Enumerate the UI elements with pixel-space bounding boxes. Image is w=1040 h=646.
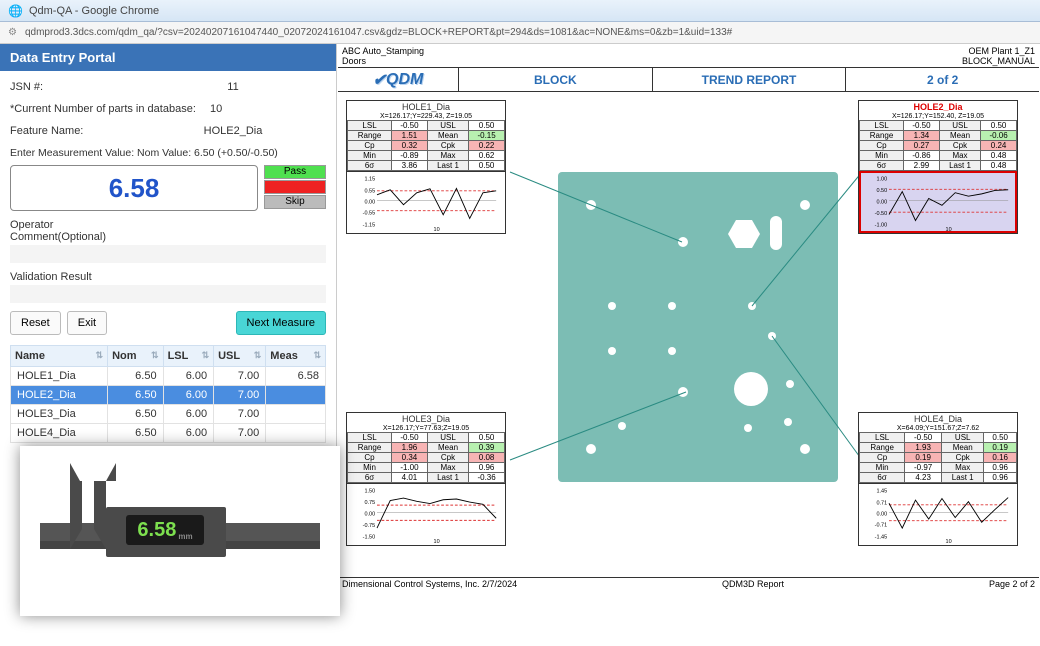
svg-text:0.55: 0.55: [364, 189, 375, 195]
feature-card-hole3[interactable]: HOLE3_DiaX=126.17;Y=77.63;Z=19.05LSL-0.5…: [346, 412, 506, 546]
operator-comment-input[interactable]: [10, 245, 326, 263]
svg-text:1.45: 1.45: [876, 489, 887, 495]
feature-card-hole4[interactable]: HOLE4_DiaX=64.09;Y=151.67;Z=7.62LSL-0.50…: [858, 412, 1018, 546]
footer-left: Dimensional Control Systems, Inc. 2/7/20…: [342, 579, 517, 589]
svg-text:-0.75: -0.75: [363, 523, 376, 529]
jsn-value[interactable]: 11: [140, 81, 326, 93]
jsn-label: JSN #:: [10, 81, 140, 93]
fail-button[interactable]: Fail: [264, 180, 326, 194]
svg-text:0.00: 0.00: [876, 200, 887, 206]
exit-button[interactable]: Exit: [67, 311, 107, 335]
tab-page: 2 of 2: [845, 68, 1039, 92]
svg-text:0.00: 0.00: [876, 512, 887, 518]
caliper-overlay: 6.58mm: [20, 446, 340, 616]
table-row[interactable]: HOLE4_Dia6.506.007.00: [11, 424, 326, 443]
svg-text:1.00: 1.00: [876, 177, 887, 183]
tab-title: Qdm-QA - Google Chrome: [29, 5, 159, 17]
col-usl[interactable]: USL⇅: [214, 346, 266, 367]
operator-comment-label2: Comment(Optional): [10, 231, 106, 243]
svg-text:10: 10: [946, 227, 952, 231]
feature-card-hole2[interactable]: HOLE2_DiaX=126.17;Y=152.40, Z=19.05LSL-0…: [858, 100, 1018, 234]
measurement-input[interactable]: 6.58: [10, 165, 258, 211]
svg-text:1.15: 1.15: [364, 177, 375, 183]
part-diagram: [558, 172, 838, 482]
browser-tab-bar: 🌐 Qdm-QA - Google Chrome: [0, 0, 1040, 22]
table-row[interactable]: HOLE2_Dia6.506.007.00: [11, 386, 326, 405]
svg-text:1.50: 1.50: [364, 489, 375, 495]
svg-text:-0.50: -0.50: [875, 211, 888, 217]
feature-name-label: Feature Name:: [10, 125, 140, 137]
db-count-value: 10: [210, 103, 222, 115]
svg-text:0.75: 0.75: [364, 500, 375, 506]
caliper-lcd: 6.58mm: [126, 515, 204, 545]
trend-chart: -1.50 -0.75 0.00 0.75 1.50 10: [347, 483, 505, 545]
site-settings-icon[interactable]: ⚙: [8, 27, 17, 38]
col-lsl[interactable]: LSL⇅: [163, 346, 214, 367]
url-text: qdmprod3.3dcs.com/qdm_qa/?csv=2024020716…: [25, 27, 732, 38]
validation-result-value: [10, 285, 326, 303]
svg-text:-0.71: -0.71: [875, 523, 888, 529]
browser-url-bar[interactable]: ⚙ qdmprod3.3dcs.com/qdm_qa/?csv=20240207…: [0, 22, 1040, 44]
project-name: ABC Auto_Stamping: [342, 46, 954, 56]
reset-button[interactable]: Reset: [10, 311, 61, 335]
globe-icon: 🌐: [8, 4, 23, 18]
svg-text:-1.15: -1.15: [363, 222, 376, 228]
tab-block[interactable]: BLOCK: [458, 68, 652, 92]
next-measure-button[interactable]: Next Measure: [236, 311, 326, 335]
feature-card-hole1[interactable]: HOLE1_DiaX=126.17;Y=229.43, Z=19.05LSL-0…: [346, 100, 506, 234]
col-meas[interactable]: Meas⇅: [266, 346, 326, 367]
svg-text:0.71: 0.71: [876, 500, 887, 506]
footer-center: QDM3D Report: [517, 579, 989, 589]
qdm-logo: ✔ QDM: [338, 70, 458, 90]
validation-result-label: Validation Result: [10, 271, 326, 283]
feature-table[interactable]: Name⇅ Nom⇅ LSL⇅ USL⇅ Meas⇅ HOLE1_Dia6.50…: [10, 345, 326, 443]
feature-name-value[interactable]: HOLE2_Dia: [140, 125, 326, 137]
svg-text:0.00: 0.00: [364, 512, 375, 518]
skip-button[interactable]: Skip: [264, 195, 326, 209]
report-panel: ABC Auto_Stamping Doors OEM Plant 1_Z1 B…: [336, 44, 1040, 602]
report-mode: BLOCK_MANUAL: [962, 56, 1035, 66]
svg-text:0.50: 0.50: [876, 188, 887, 194]
portal-header: Data Entry Portal: [0, 44, 336, 71]
plant-name: OEM Plant 1_Z1: [962, 46, 1035, 56]
caliper-icon: 6.58mm: [40, 471, 320, 591]
svg-text:-1.45: -1.45: [875, 534, 888, 540]
pass-button[interactable]: Pass: [264, 165, 326, 179]
col-name[interactable]: Name⇅: [11, 346, 108, 367]
trend-chart: -1.45 -0.71 0.00 0.71 1.45 10: [859, 483, 1017, 545]
trend-chart: -1.15 -0.55 0.00 0.55 1.15 10: [347, 171, 505, 233]
trend-chart: -1.00 -0.50 0.00 0.50 1.00 10: [859, 171, 1017, 233]
footer-right: Page 2 of 2: [989, 579, 1035, 589]
svg-text:10: 10: [946, 539, 952, 543]
operator-comment-label: Operator: [10, 219, 53, 231]
project-sub: Doors: [342, 56, 954, 66]
svg-text:-0.55: -0.55: [363, 210, 376, 216]
enter-measurement-hint: Enter Measurement Value: Nom Value: 6.50…: [10, 147, 326, 159]
table-row[interactable]: HOLE3_Dia6.506.007.00: [11, 405, 326, 424]
col-nom[interactable]: Nom⇅: [108, 346, 164, 367]
db-count-label: *Current Number of parts in database:: [10, 103, 210, 115]
svg-text:-1.00: -1.00: [875, 222, 888, 228]
svg-text:10: 10: [434, 539, 440, 543]
svg-text:0.00: 0.00: [364, 200, 375, 206]
svg-text:-1.50: -1.50: [363, 534, 376, 540]
tab-trend[interactable]: TREND REPORT: [652, 68, 846, 92]
svg-text:10: 10: [434, 227, 440, 231]
table-row[interactable]: HOLE1_Dia6.506.007.006.58: [11, 367, 326, 386]
